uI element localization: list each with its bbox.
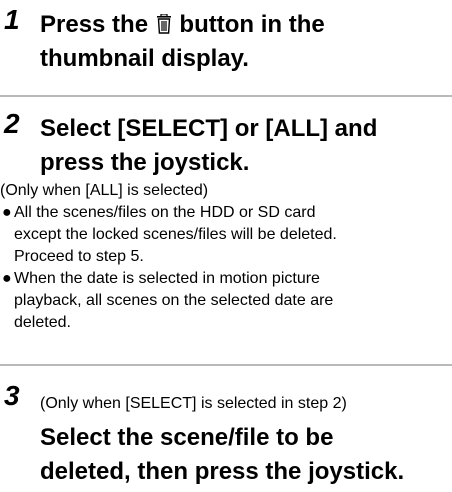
bullet-item: ● All the scenes/files on the HDD or SD … — [0, 202, 452, 268]
step-2-line1: Select [SELECT] or [ALL] and — [40, 115, 378, 142]
step-2-note: (Only when [ALL] is selected) — [0, 182, 209, 199]
bullet-text: When the date is selected in motion pict… — [14, 268, 333, 334]
step-number: 3 — [4, 380, 20, 411]
step-1-title: Press the button in the thumbnail displa… — [40, 8, 325, 76]
bullet-icon: ● — [2, 270, 12, 287]
manual-page: 1 Press the button in the thumbnail disp… — [0, 0, 452, 492]
bullet-icon: ● — [2, 204, 12, 221]
step-3-line3: deleted, then press the joystick. — [40, 458, 405, 485]
step-3-title: (Only when [SELECT] is selected in step … — [40, 384, 404, 489]
bullet-line: playback, all scenes on the selected dat… — [14, 292, 334, 309]
section-divider — [0, 95, 452, 97]
bullet-text: All the scenes/files on the HDD or SD ca… — [14, 202, 337, 268]
step-number: 1 — [4, 4, 20, 35]
step-1-line2: thumbnail display. — [40, 45, 249, 72]
step-1-line1-after: button in the — [179, 11, 325, 38]
step-2-title: Select [SELECT] or [ALL] and press the j… — [40, 112, 377, 180]
bullet-line: deleted. — [14, 314, 71, 331]
step-1-line1-before: Press the — [40, 11, 149, 38]
step-3-line2: Select the scene/file to be — [40, 424, 334, 451]
step-1: 1 Press the button in the thumbnail disp… — [0, 6, 452, 76]
trash-icon — [156, 14, 171, 34]
bullet-line: except the locked scenes/files will be d… — [14, 226, 337, 243]
bullet-line: All the scenes/files on the HDD or SD ca… — [14, 204, 316, 221]
bullet-line: Proceed to step 5. — [14, 248, 144, 265]
step-3-note: (Only when [SELECT] is selected in step … — [40, 395, 347, 412]
step-2-line2: press the joystick. — [40, 149, 250, 176]
step-2: 2 Select [SELECT] or [ALL] and press the… — [0, 110, 452, 340]
section-divider — [0, 364, 452, 366]
step-number: 2 — [4, 108, 20, 139]
step-3: 3 (Only when [SELECT] is selected in ste… — [0, 382, 452, 490]
bullet-line: When the date is selected in motion pict… — [14, 270, 320, 287]
bullet-item: ● When the date is selected in motion pi… — [0, 268, 452, 334]
